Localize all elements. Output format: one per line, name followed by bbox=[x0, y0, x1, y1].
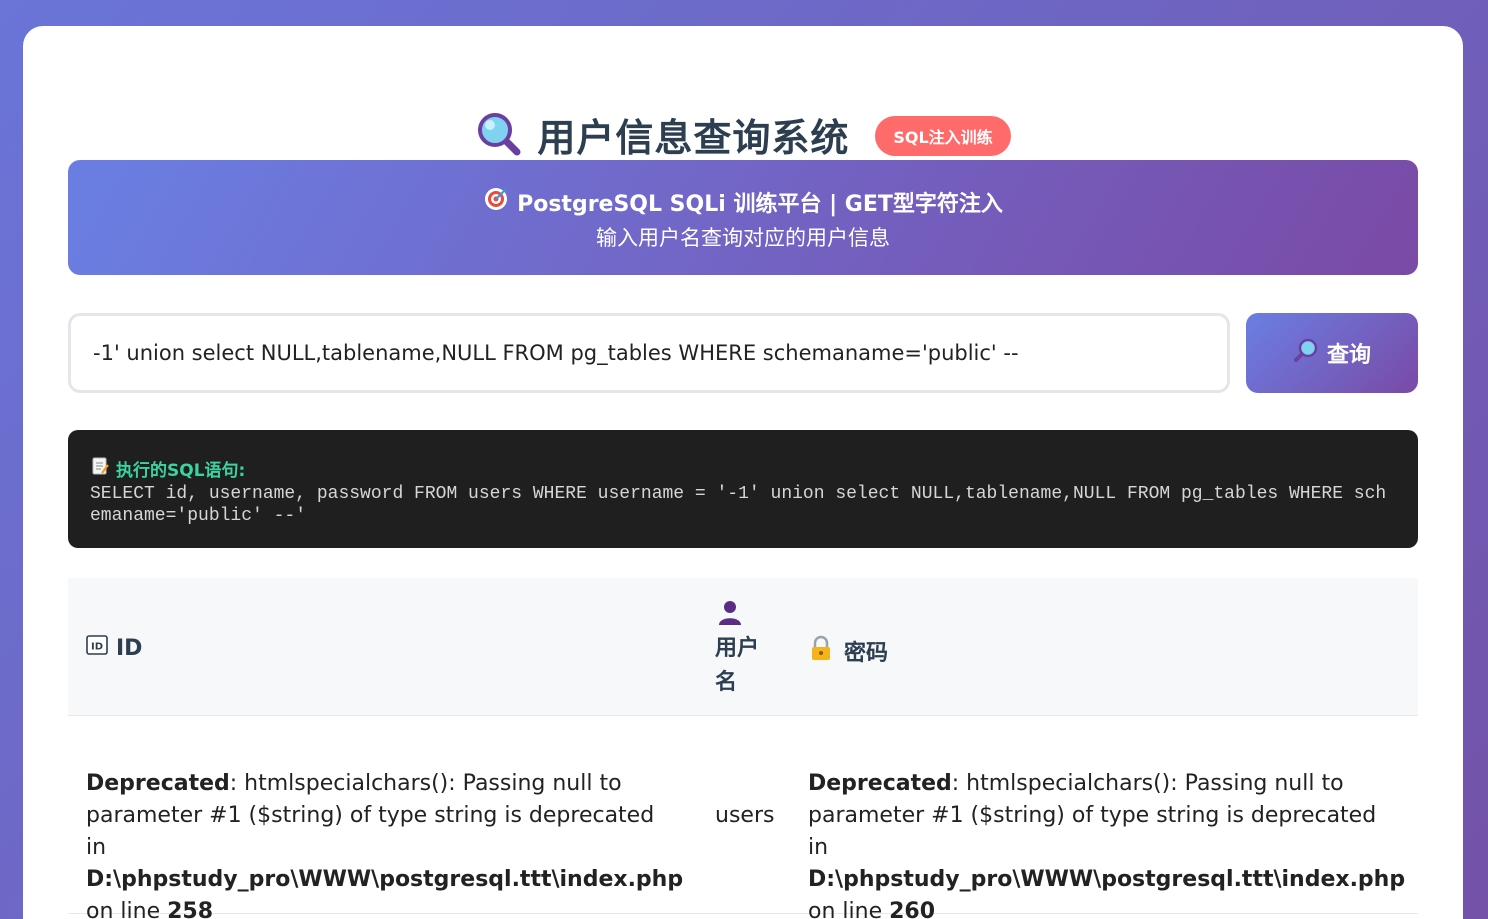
memo-icon bbox=[90, 456, 110, 481]
info-banner: PostgreSQL SQLi 训练平台 | GET型字符注入 输入用户名查询对… bbox=[68, 160, 1418, 275]
table-header: ID ID 用户名 密码 bbox=[68, 578, 1418, 716]
header-id: ID ID bbox=[86, 635, 142, 661]
target-icon bbox=[483, 186, 509, 218]
header-password: 密码 bbox=[808, 635, 888, 667]
table-row: Deprecated: htmlspecialchars(): Passing … bbox=[68, 716, 1418, 919]
cell-id: Deprecated: htmlspecialchars(): Passing … bbox=[86, 771, 684, 919]
lock-icon bbox=[808, 635, 834, 667]
sql-label: 执行的SQL语句: bbox=[116, 461, 246, 481]
sql-statement-box: 执行的SQL语句: SELECT id, username, password … bbox=[68, 430, 1418, 548]
cell-username: users bbox=[715, 803, 775, 828]
magnifier-icon bbox=[475, 110, 523, 158]
svg-text:ID: ID bbox=[91, 642, 103, 653]
id-icon: ID bbox=[86, 635, 108, 661]
user-icon bbox=[715, 598, 775, 632]
username-input[interactable] bbox=[68, 313, 1230, 393]
header-username: 用户名 bbox=[715, 598, 775, 700]
banner-title: PostgreSQL SQLi 训练平台 | GET型字符注入 bbox=[517, 192, 1003, 217]
training-badge: SQL注入训练 bbox=[875, 116, 1011, 156]
results-table: ID ID 用户名 密码 Deprecated: htmlspecialchar… bbox=[68, 578, 1418, 919]
query-button[interactable]: 查询 bbox=[1246, 313, 1418, 393]
cell-password: Deprecated: htmlspecialchars(): Passing … bbox=[808, 771, 1406, 919]
query-button-label: 查询 bbox=[1326, 343, 1371, 368]
banner-subtitle: 输入用户名查询对应的用户信息 bbox=[596, 226, 890, 250]
sql-query: SELECT id, username, password FROM users… bbox=[90, 484, 1387, 526]
search-icon bbox=[1293, 337, 1319, 369]
page-header: 用户信息查询系统 SQL注入训练 bbox=[23, 104, 1463, 164]
page-title: 用户信息查询系统 bbox=[537, 115, 850, 160]
main-card: 用户信息查询系统 SQL注入训练 PostgreSQL SQLi 训练平台 | … bbox=[23, 26, 1463, 919]
